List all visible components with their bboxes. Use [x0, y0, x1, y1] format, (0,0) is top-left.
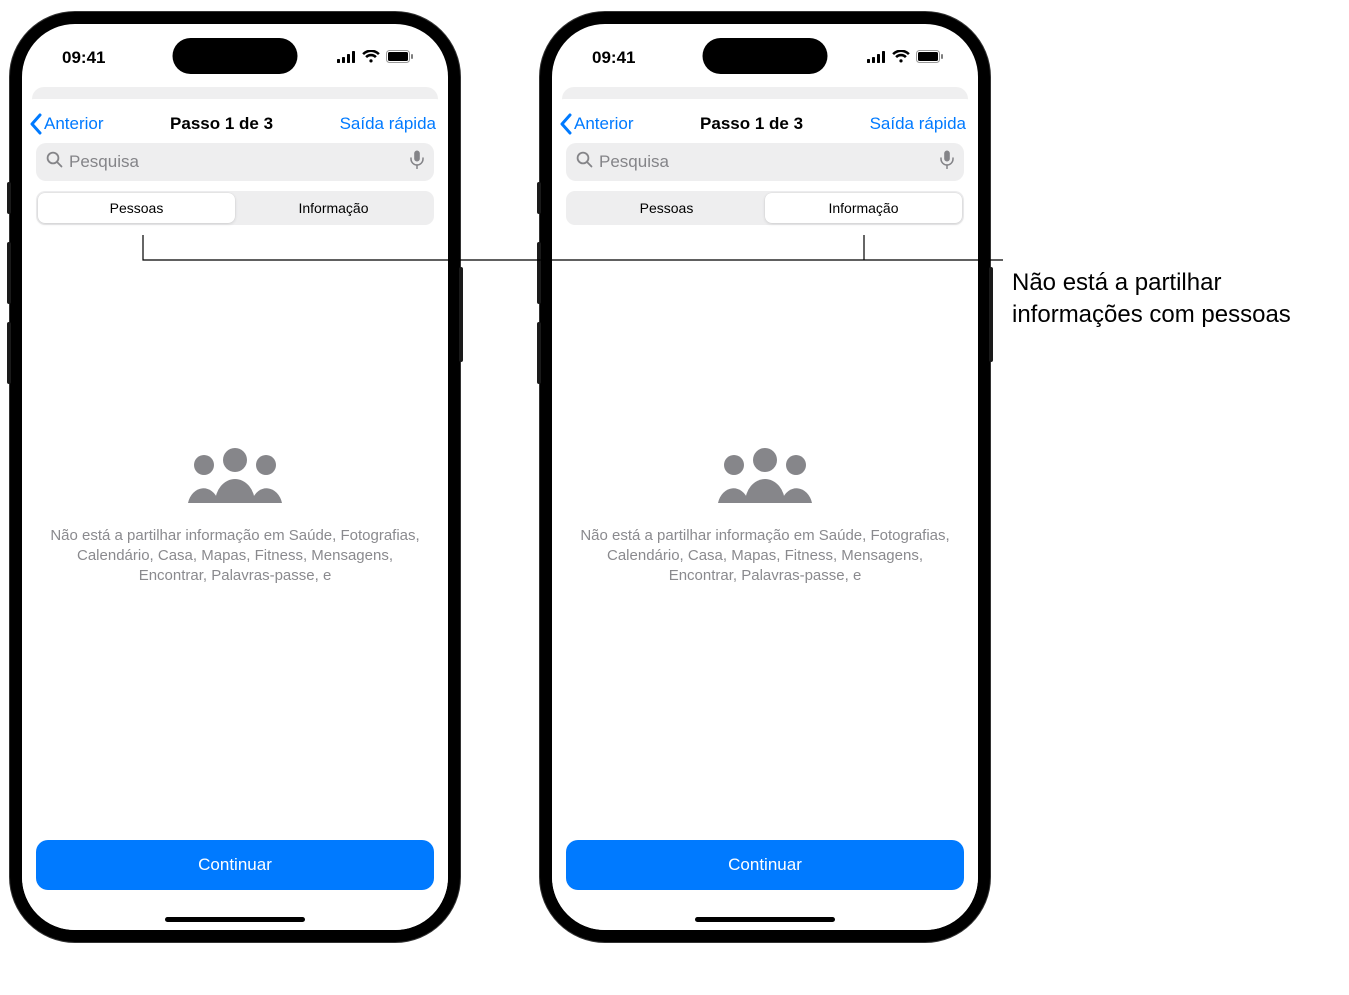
volume-down-button [537, 322, 541, 384]
cellular-icon [337, 48, 356, 68]
chevron-left-icon [558, 113, 574, 135]
nav-bar: Anterior Passo 1 de 3 Saída rápida [22, 107, 448, 143]
tab-informacao-label: Informação [828, 200, 898, 216]
people-group-icon [714, 445, 816, 510]
quick-exit-button[interactable]: Saída rápida [870, 114, 966, 134]
segmented-control: Pessoas Informação [36, 191, 434, 225]
phone-frame-right: 09:41 Anter [540, 12, 990, 942]
continue-button[interactable]: Continuar [36, 840, 434, 890]
volume-up-button [7, 242, 11, 304]
cellular-icon [867, 48, 886, 68]
tab-pessoas[interactable]: Pessoas [568, 193, 765, 223]
home-indicator [695, 917, 835, 922]
dynamic-island [703, 38, 828, 74]
segmented-control: Pessoas Informação [566, 191, 964, 225]
continue-button[interactable]: Continuar [566, 840, 964, 890]
dynamic-island [173, 38, 298, 74]
empty-state: Não está a partilhar informação em Saúde… [22, 231, 448, 930]
side-button [459, 267, 463, 362]
page-title: Passo 1 de 3 [170, 114, 273, 134]
search-input[interactable] [599, 152, 934, 172]
search-icon [576, 151, 593, 173]
volume-up-button [537, 242, 541, 304]
page-title: Passo 1 de 3 [700, 114, 803, 134]
continue-label: Continuar [728, 855, 802, 875]
sheet: Anterior Passo 1 de 3 Saída rápida [22, 99, 448, 930]
chevron-left-icon [28, 113, 44, 135]
screen: 09:41 Anter [552, 24, 978, 930]
search-icon [46, 151, 63, 173]
home-indicator [165, 917, 305, 922]
back-label: Anterior [44, 114, 104, 134]
mic-icon[interactable] [410, 150, 424, 174]
volume-down-button [7, 322, 11, 384]
search-input[interactable] [69, 152, 404, 172]
search-field[interactable] [36, 143, 434, 181]
people-group-icon [184, 445, 286, 510]
battery-icon [386, 48, 414, 68]
continue-label: Continuar [198, 855, 272, 875]
wifi-icon [362, 48, 380, 68]
back-button[interactable]: Anterior [558, 113, 634, 135]
search-field[interactable] [566, 143, 964, 181]
side-button [989, 267, 993, 362]
mute-switch [537, 182, 541, 214]
tab-pessoas-label: Pessoas [110, 200, 164, 216]
sheet: Anterior Passo 1 de 3 Saída rápida [552, 99, 978, 930]
screen: 09:41 Anter [22, 24, 448, 930]
tab-informacao[interactable]: Informação [765, 193, 962, 223]
wifi-icon [892, 48, 910, 68]
empty-state-text: Não está a partilhar informação em Saúde… [48, 526, 422, 587]
battery-icon [916, 48, 944, 68]
mic-icon[interactable] [940, 150, 954, 174]
mute-switch [7, 182, 11, 214]
tab-pessoas[interactable]: Pessoas [38, 193, 235, 223]
status-time: 09:41 [62, 48, 105, 68]
nav-bar: Anterior Passo 1 de 3 Saída rápida [552, 107, 978, 143]
callout-text: Não está a partilhar informações com pes… [1012, 267, 1332, 332]
status-time: 09:41 [592, 48, 635, 68]
empty-state-text: Não está a partilhar informação em Saúde… [578, 526, 952, 587]
phone-frame-left: 09:41 Anter [10, 12, 460, 942]
tab-pessoas-label: Pessoas [640, 200, 694, 216]
empty-state: Não está a partilhar informação em Saúde… [552, 231, 978, 930]
tab-informacao[interactable]: Informação [235, 193, 432, 223]
back-button[interactable]: Anterior [28, 113, 104, 135]
quick-exit-button[interactable]: Saída rápida [340, 114, 436, 134]
tab-informacao-label: Informação [298, 200, 368, 216]
back-label: Anterior [574, 114, 634, 134]
